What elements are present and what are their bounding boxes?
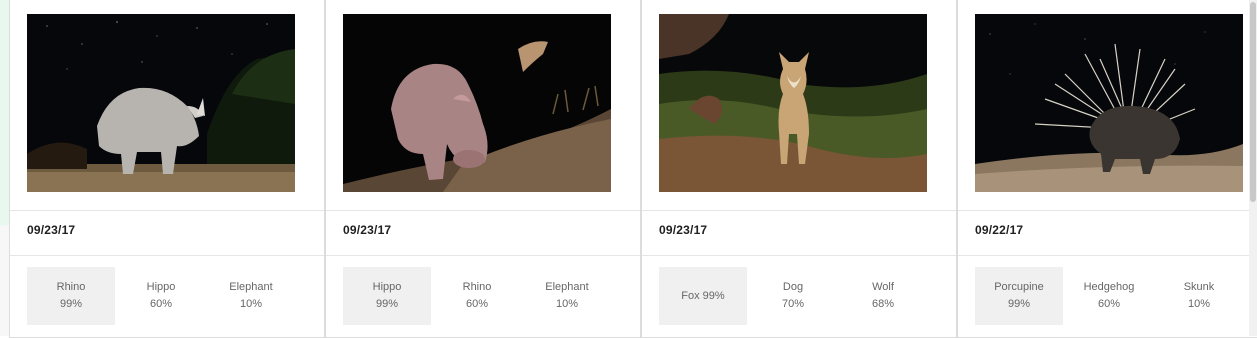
- prediction-label: Rhino: [462, 281, 492, 293]
- scrollbar-thumb[interactable]: [1250, 2, 1256, 202]
- card-divider: [642, 255, 956, 256]
- camera-trap-photo-hippo[interactable]: [343, 14, 611, 192]
- card-divider: [326, 210, 640, 211]
- prediction-label: Elephant: [229, 281, 273, 293]
- capture-date: 09/23/17: [659, 223, 708, 237]
- rhino-image: [27, 14, 295, 192]
- prediction-score: 60%: [1097, 298, 1121, 310]
- prediction-score: 60%: [465, 298, 489, 310]
- prediction-list: Porcupine 99% Hedgehog 60% Skunk 10%: [975, 267, 1243, 325]
- prediction-option[interactable]: Wolf 68%: [839, 267, 927, 325]
- prediction-score: 10%: [1187, 298, 1211, 310]
- card-divider: [642, 210, 956, 211]
- prediction-score: 10%: [555, 298, 579, 310]
- prediction-option[interactable]: Hedgehog 60%: [1065, 267, 1153, 325]
- prediction-label: Hedgehog: [1083, 281, 1135, 293]
- hippo-image: [343, 14, 611, 192]
- prediction-label: Elephant: [545, 281, 589, 293]
- camera-trap-card[interactable]: 09/23/17 Hippo 99% Rhino 60% Elephant 10…: [325, 0, 641, 338]
- prediction-option[interactable]: Skunk 10%: [1155, 267, 1243, 325]
- camera-trap-card[interactable]: 09/22/17 Porcupine 99% Hedgehog 60% Skun…: [957, 0, 1257, 338]
- camera-trap-photo-rhino[interactable]: [27, 14, 295, 192]
- camera-trap-card-grid: 09/23/17 Rhino 99% Hippo 60% Elephant 10…: [0, 0, 1257, 338]
- camera-trap-photo-porcupine[interactable]: [975, 14, 1243, 192]
- camera-trap-card[interactable]: 09/23/17 Rhino 99% Hippo 60% Elephant 10…: [9, 0, 325, 338]
- capture-date: 09/22/17: [975, 223, 1024, 237]
- fox-image: [659, 14, 927, 192]
- prediction-option[interactable]: Elephant 10%: [523, 267, 611, 325]
- prediction-score: 60%: [149, 298, 173, 310]
- capture-date: 09/23/17: [343, 223, 392, 237]
- prediction-label: Wolf: [872, 281, 894, 293]
- prediction-label: Hippo: [372, 281, 402, 293]
- prediction-label: Skunk: [1183, 281, 1215, 293]
- card-divider: [958, 255, 1257, 256]
- card-divider: [326, 255, 640, 256]
- prediction-score: 99%: [375, 298, 399, 310]
- card-divider: [10, 255, 324, 256]
- prediction-list: Fox 99% Dog 70% Wolf 68%: [659, 267, 927, 325]
- prediction-label: Fox 99%: [681, 289, 725, 302]
- prediction-score: 99%: [59, 298, 83, 310]
- vertical-scrollbar[interactable]: [1249, 0, 1257, 336]
- camera-trap-card[interactable]: 09/23/17 Fox 99% Dog 70% Wolf 68%: [641, 0, 957, 338]
- prediction-list: Hippo 99% Rhino 60% Elephant 10%: [343, 267, 611, 325]
- capture-date: 09/23/17: [27, 223, 76, 237]
- porcupine-image: [975, 14, 1243, 192]
- prediction-label: Hippo: [146, 281, 176, 293]
- prediction-score: 99%: [1007, 298, 1031, 310]
- prediction-option-top[interactable]: Fox 99%: [659, 267, 747, 325]
- prediction-option[interactable]: Rhino 60%: [433, 267, 521, 325]
- prediction-score: 68%: [871, 298, 895, 310]
- prediction-option[interactable]: Hippo 60%: [117, 267, 205, 325]
- card-divider: [958, 210, 1257, 211]
- prediction-option[interactable]: Dog 70%: [749, 267, 837, 325]
- prediction-label: Dog: [782, 281, 804, 293]
- prediction-option[interactable]: Elephant 10%: [207, 267, 295, 325]
- prediction-score: 70%: [781, 298, 805, 310]
- prediction-option-top[interactable]: Porcupine 99%: [975, 267, 1063, 325]
- prediction-label: Porcupine: [994, 281, 1044, 293]
- card-divider: [10, 210, 324, 211]
- prediction-list: Rhino 99% Hippo 60% Elephant 10%: [27, 267, 295, 325]
- prediction-option-top[interactable]: Hippo 99%: [343, 267, 431, 325]
- camera-trap-photo-fox[interactable]: [659, 14, 927, 192]
- prediction-option-top[interactable]: Rhino 99%: [27, 267, 115, 325]
- prediction-label: Rhino: [56, 281, 86, 293]
- prediction-score: 10%: [239, 298, 263, 310]
